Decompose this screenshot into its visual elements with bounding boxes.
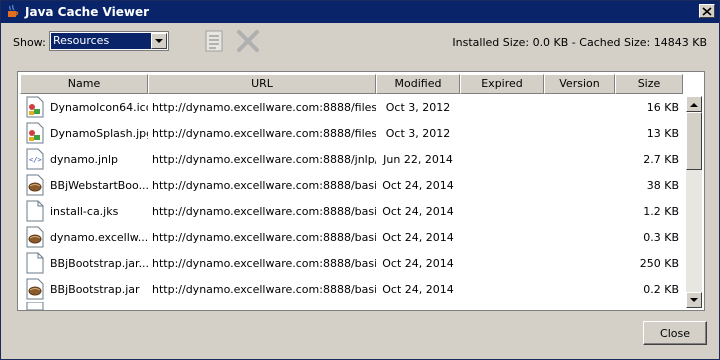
title-bar: Java Cache Viewer <box>1 1 719 23</box>
file-size: 0.3 KB <box>643 230 679 244</box>
file-name: install-ca.jks <box>50 204 119 218</box>
file-name: BBjBootstrap.jar <box>50 282 140 296</box>
arrow-up-icon <box>690 102 698 107</box>
file-modified: Oct 24, 2014 <box>382 204 454 218</box>
delete-x-icon <box>237 30 259 52</box>
column-header-name[interactable]: Name <box>20 74 148 94</box>
file-url: http://dynamo.excellware.com:8888/basis/… <box>152 178 376 192</box>
file-modified: Oct 24, 2014 <box>382 178 454 192</box>
image-file-icon <box>26 122 44 144</box>
jnlp-file-icon: </> <box>26 148 44 170</box>
table-row[interactable]: install-ca.jks http://dynamo.excellware.… <box>20 198 703 224</box>
scroll-up-button[interactable] <box>686 96 702 112</box>
vertical-scrollbar[interactable] <box>686 96 702 308</box>
file-url: http://dynamo.excellware.com:8888/files/… <box>152 100 376 114</box>
java-cup-icon <box>8 4 19 17</box>
delete-button[interactable] <box>235 28 261 54</box>
show-label: Show: <box>13 36 46 49</box>
file-name: BBjBootstrap.jar... <box>50 256 148 270</box>
table-row[interactable]: DynamoSplash.jpg http://dynamo.excellwar… <box>20 120 703 146</box>
file-name: DynamoIcon64.ico <box>50 100 148 114</box>
java-cache-viewer-window: Java Cache Viewer Show: Resources Instal… <box>0 0 720 360</box>
jar-file-icon <box>26 278 44 300</box>
blank-file-icon <box>26 200 44 222</box>
file-size: 250 KB <box>639 256 679 270</box>
show-info-button[interactable] <box>201 28 227 54</box>
table-row[interactable]: DynamoIcon64.ico http://dynamo.excellwar… <box>20 94 703 120</box>
scroll-down-button[interactable] <box>686 292 702 308</box>
table-row[interactable]: </> dynamo.jnlp http://dynamo.excellware… <box>20 146 703 172</box>
table-row[interactable]: BBjWebstartBoo... http://dynamo.excellwa… <box>20 172 703 198</box>
table-row[interactable]: BBjBootstrap.jar... http://dynamo.excell… <box>20 250 703 276</box>
file-size: 1.2 KB <box>643 204 679 218</box>
show-select-value: Resources <box>51 33 151 49</box>
table-row[interactable]: dynamo.excellw... http://dynamo.excellwa… <box>20 224 703 250</box>
file-size: 13 KB <box>646 126 679 140</box>
table-row-partial <box>20 302 703 310</box>
file-size: 38 KB <box>646 178 679 192</box>
close-button[interactable]: Close <box>643 321 707 345</box>
svg-text:</>: </> <box>29 156 42 164</box>
blank-file-icon <box>26 252 44 274</box>
file-size: 2.7 KB <box>643 152 679 166</box>
close-icon <box>702 6 712 16</box>
file-name: dynamo.jnlp <box>50 152 119 166</box>
file-modified: Oct 3, 2012 <box>385 100 451 114</box>
file-modified: Oct 24, 2014 <box>382 282 454 296</box>
toolbar: Show: Resources Installed Size: 0.0 KB -… <box>1 23 719 61</box>
file-modified: Oct 24, 2014 <box>382 230 454 244</box>
column-header-size[interactable]: Size <box>615 74 683 94</box>
file-url: http://dynamo.excellware.com:8888/basis/… <box>152 204 376 218</box>
column-header-version[interactable]: Version <box>544 74 615 94</box>
file-url: http://dynamo.excellware.com:8888/basis/… <box>152 282 376 296</box>
image-file-icon <box>26 96 44 118</box>
scrollbar-thumb[interactable] <box>686 112 702 170</box>
document-list-icon <box>205 30 223 52</box>
file-name: DynamoSplash.jpg <box>50 126 148 140</box>
jar-file-icon <box>26 174 44 196</box>
window-title: Java Cache Viewer <box>25 5 150 19</box>
cache-size-summary: Installed Size: 0.0 KB - Cached Size: 14… <box>452 36 707 49</box>
file-size: 0.2 KB <box>643 282 679 296</box>
file-url: http://dynamo.excellware.com:8888/files/… <box>152 126 376 140</box>
window-close-button[interactable] <box>699 4 715 18</box>
table-header: Name URL Modified Expired Version Size <box>20 74 703 94</box>
file-name: dynamo.excellw... <box>50 230 148 244</box>
file-size: 16 KB <box>646 100 679 114</box>
column-header-modified[interactable]: Modified <box>376 74 460 94</box>
file-modified: Oct 3, 2012 <box>385 126 451 140</box>
table-row[interactable]: BBjBootstrap.jar http://dynamo.excellwar… <box>20 276 703 302</box>
file-url: http://dynamo.excellware.com:8888/jnlp/d… <box>152 152 376 166</box>
table-body: DynamoIcon64.ico http://dynamo.excellwar… <box>20 94 703 310</box>
arrow-down-icon <box>690 297 698 302</box>
show-select[interactable]: Resources <box>49 31 169 51</box>
chevron-down-icon <box>155 38 163 43</box>
column-header-url[interactable]: URL <box>148 74 376 94</box>
file-modified: Oct 24, 2014 <box>382 256 454 270</box>
show-select-arrow[interactable] <box>151 33 167 49</box>
file-icon <box>26 302 44 310</box>
file-url: http://dynamo.excellware.com:8888/basis/… <box>152 230 376 244</box>
file-modified: Jun 22, 2014 <box>383 152 453 166</box>
jar-file-icon <box>26 226 44 248</box>
file-url: http://dynamo.excellware.com:8888/basis/… <box>152 256 376 270</box>
column-header-expired[interactable]: Expired <box>460 74 544 94</box>
cache-table: Name URL Modified Expired Version Size D… <box>17 71 705 311</box>
file-name: BBjWebstartBoo... <box>50 178 148 192</box>
